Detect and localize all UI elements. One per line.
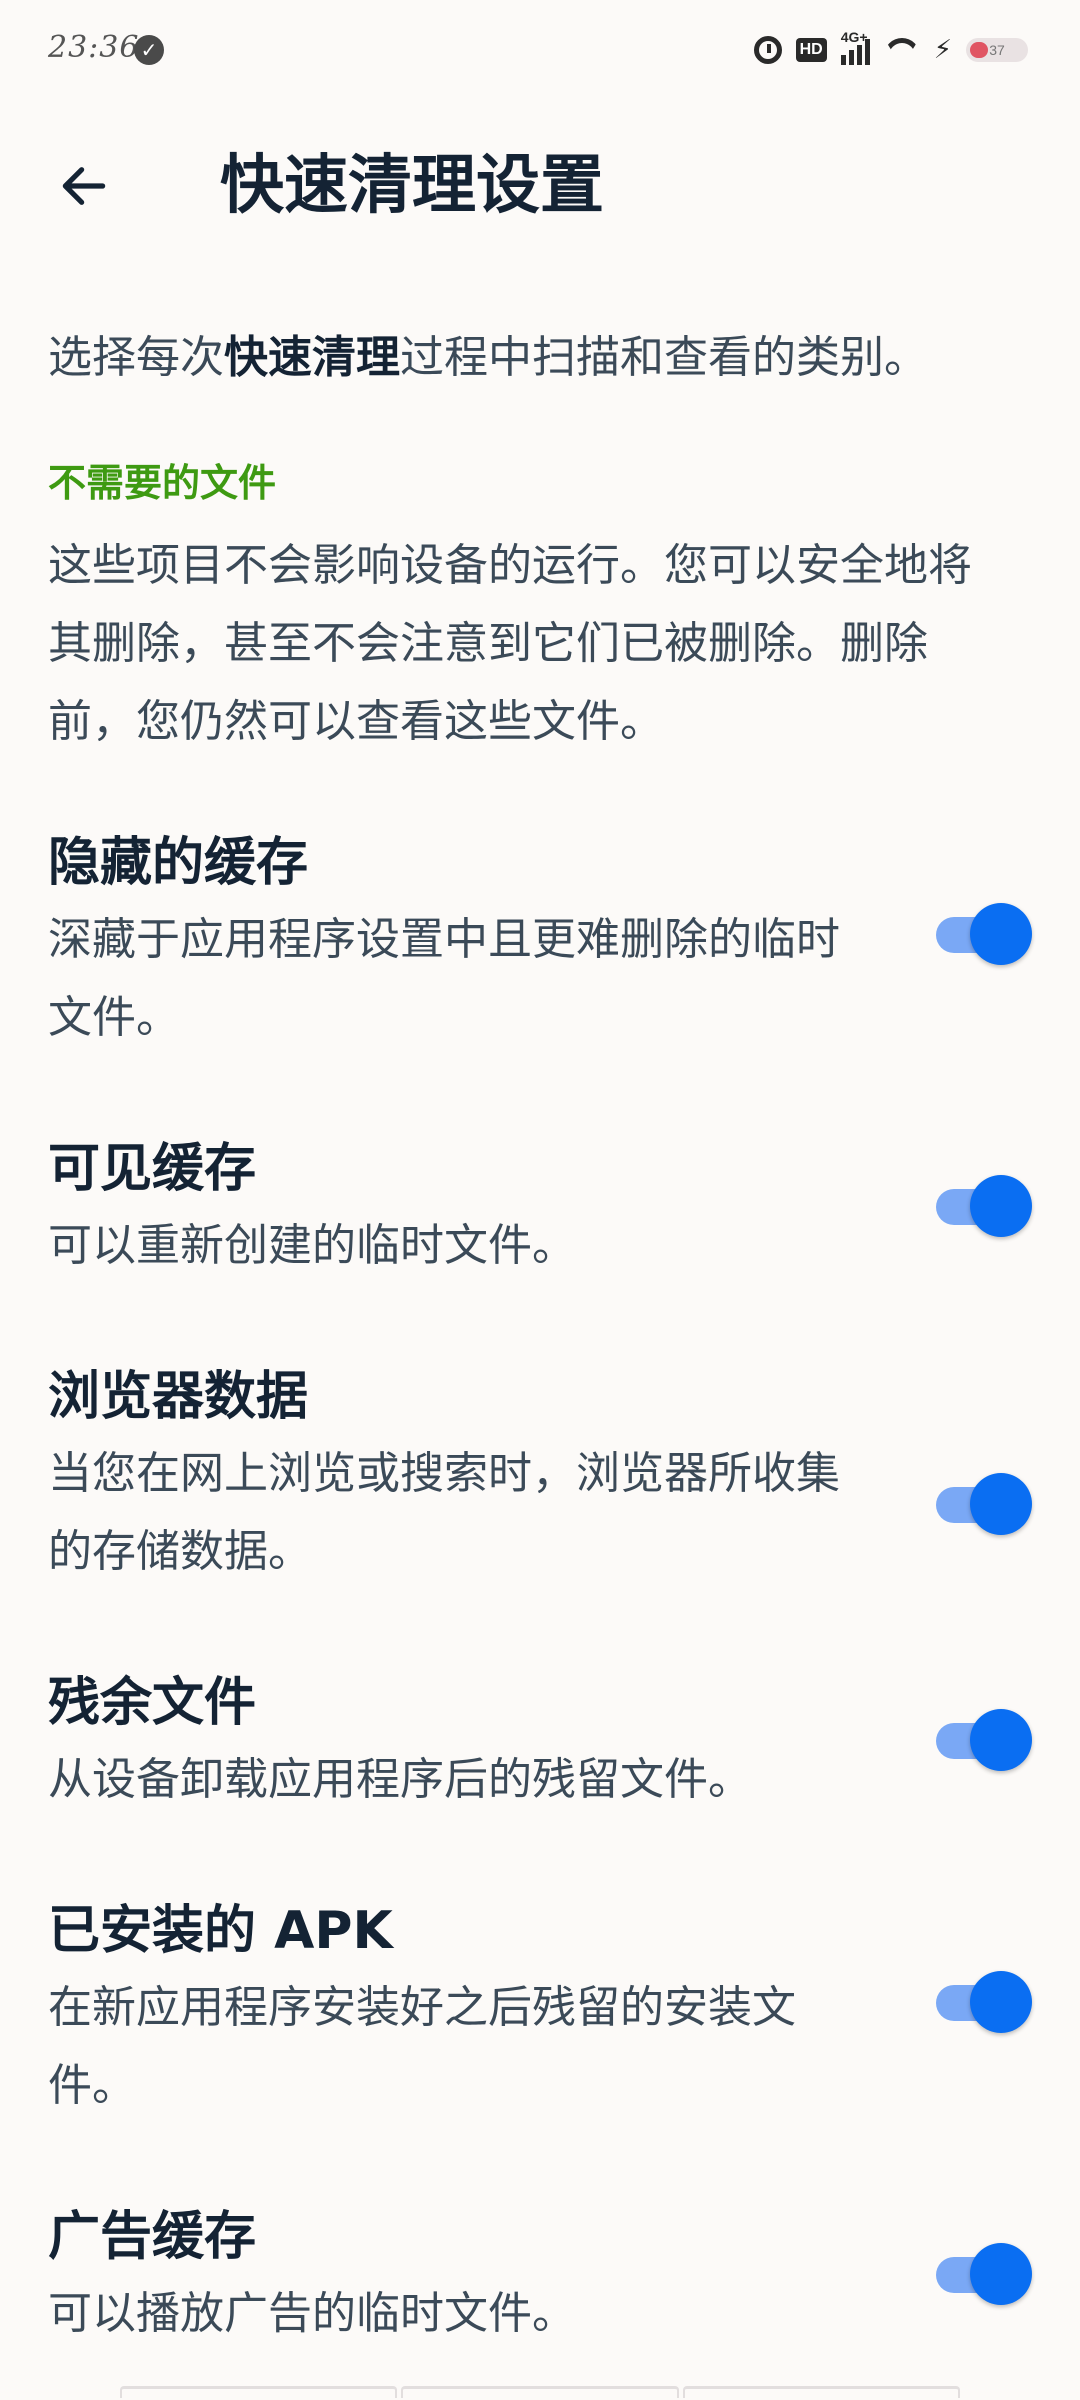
setting-title: 残余文件 — [48, 1673, 257, 1733]
setting-title: 广告缓存 — [48, 2207, 257, 2267]
back-button[interactable] — [48, 150, 120, 222]
setting-ad-cache: 广告缓存 可以播放广告的临时文件。 — [48, 2199, 1032, 2353]
status-time: 23:36 — [48, 30, 140, 65]
setting-browser-data: 浏览器数据 当您在网上浏览或搜索时，浏览器所收集的存储数据。 — [48, 1359, 1032, 1591]
setting-visible-cache: 可见缓存 可以重新创建的临时文件。 — [48, 1131, 1032, 1285]
check-circle-icon: ✓ — [134, 35, 164, 65]
toggle-residual-files[interactable] — [936, 1707, 1032, 1773]
battery-icon: 37 — [966, 38, 1028, 62]
setting-title: 浏览器数据 — [48, 1367, 309, 1427]
network-label: 4G+ — [840, 29, 868, 45]
arrow-left-icon — [62, 167, 106, 205]
setting-description: 可以播放广告的临时文件。 — [48, 2288, 576, 2339]
intro-prefix: 选择每次 — [48, 332, 224, 383]
status-bar: 23:36 ✓ HD 4G+ ⚡ 37 — [0, 0, 1080, 100]
toggle-knob — [970, 2243, 1032, 2305]
section-label: 不需要的文件 — [48, 461, 277, 505]
toggle-ad-cache[interactable] — [936, 2241, 1032, 2307]
toggle-knob — [970, 1473, 1032, 1535]
setting-installed-apk: 已安装的 APK 在新应用程序安装好之后残留的安装文件。 — [48, 1893, 1032, 2125]
toggle-visible-cache[interactable] — [936, 1173, 1032, 1239]
wifi-icon — [884, 36, 920, 64]
setting-title: 可见缓存 — [48, 1139, 257, 1199]
toggle-knob — [970, 1709, 1032, 1771]
hd-icon: HD — [795, 38, 827, 62]
toggle-knob — [970, 1175, 1032, 1237]
setting-hidden-cache: 隐藏的缓存 深藏于应用程序设置中且更难删除的临时文件。 — [48, 825, 1032, 1057]
status-icons: HD 4G+ ⚡ 37 — [753, 29, 1028, 70]
page-title: 快速清理设置 — [220, 149, 604, 223]
setting-title: 已安装的 APK — [48, 1901, 393, 1961]
battery-level: 37 — [989, 42, 1005, 58]
alarm-icon — [753, 36, 782, 64]
setting-description: 深藏于应用程序设置中且更难删除的临时文件。 — [48, 914, 840, 1043]
intro-suffix: 过程中扫描和查看的类别。 — [400, 332, 928, 383]
signal-icon: 4G+ — [840, 29, 870, 65]
toggle-knob — [970, 903, 1032, 965]
setting-description: 可以重新创建的临时文件。 — [48, 1220, 576, 1271]
section-description: 这些项目不会影响设备的运行。您可以安全地将其删除，甚至不会注意到它们已被删除。删… — [48, 540, 972, 747]
setting-description: 在新应用程序安装好之后残留的安装文件。 — [48, 1982, 796, 2111]
toggle-knob — [970, 1971, 1032, 2033]
intro-bold: 快速清理 — [224, 332, 400, 383]
setting-title: 隐藏的缓存 — [48, 833, 309, 893]
app-header: 快速清理设置 — [0, 130, 1080, 240]
toggle-hidden-cache[interactable] — [936, 901, 1032, 967]
toggle-installed-apk[interactable] — [936, 1969, 1032, 2035]
bottom-tab-outline — [120, 2386, 960, 2398]
setting-residual-files: 残余文件 从设备卸载应用程序后的残留文件。 — [48, 1665, 1032, 1819]
setting-description: 从设备卸载应用程序后的残留文件。 — [48, 1754, 752, 1805]
toggle-browser-data[interactable] — [936, 1471, 1032, 1537]
charging-icon: ⚡ — [933, 35, 952, 65]
intro-text: 选择每次快速清理过程中扫描和查看的类别。 — [48, 318, 1028, 398]
setting-description: 当您在网上浏览或搜索时，浏览器所收集的存储数据。 — [48, 1448, 840, 1577]
